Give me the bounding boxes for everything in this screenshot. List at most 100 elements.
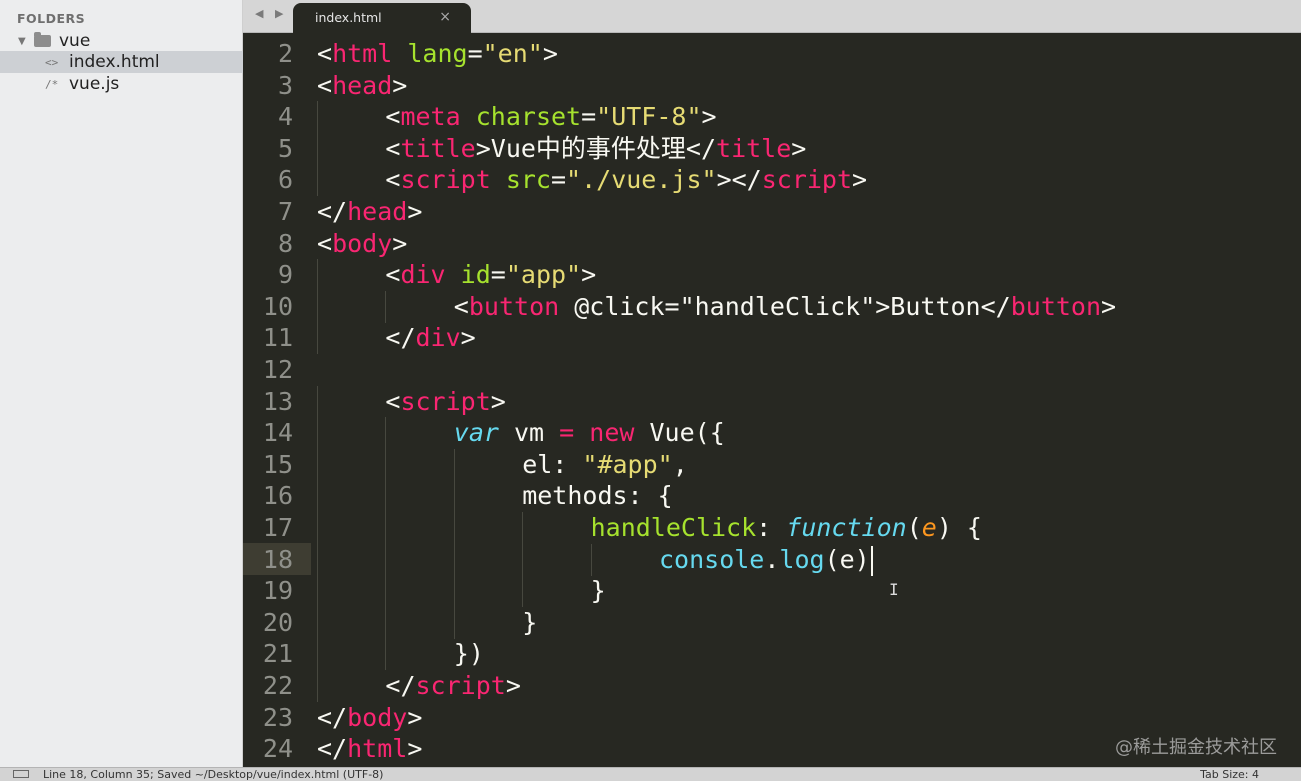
file-label: index.html <box>69 52 160 72</box>
code-text: methods: { <box>522 480 673 512</box>
code-line[interactable]: 2 <html lang="en"> <box>243 38 1301 70</box>
code-token: title <box>400 133 476 163</box>
code-line[interactable]: 18 console.log(e) <box>243 543 1301 576</box>
indent-guide <box>385 290 387 323</box>
tab-size-indicator[interactable]: Tab Size: 4 <box>1200 768 1259 781</box>
code-line[interactable]: 7 </head> <box>243 196 1301 228</box>
code-text: console.log(e) <box>659 544 873 576</box>
code-token: > <box>392 228 408 258</box>
code-token: } <box>522 607 538 637</box>
indent-guide <box>453 448 455 481</box>
code-line[interactable]: 4 <meta charset="UTF-8"> <box>243 101 1301 134</box>
code-line[interactable]: 15 el: "#app", <box>243 448 1301 481</box>
tab-index-html[interactable]: index.html × <box>293 3 471 33</box>
line-number: 13 <box>262 386 293 416</box>
line-number: 21 <box>262 639 293 669</box>
indent-guide <box>317 606 318 639</box>
code-token: html <box>332 39 393 68</box>
code-token: } <box>590 576 606 606</box>
code-text: <div id="app"> <box>385 259 596 291</box>
code-line[interactable]: 23 </body> <box>243 702 1301 734</box>
code-line[interactable]: 10 <button @click="handleClick">Button</b… <box>243 290 1301 323</box>
code-line[interactable]: 21}) <box>243 638 1301 671</box>
code-token: }) <box>453 639 484 669</box>
code-editor[interactable]: I @稀土掘金技术社区 2 <html lang="en"> 3 <head> 4 <me… <box>243 33 1301 767</box>
code-token: = <box>490 260 506 290</box>
code-line[interactable]: 6 <script src="./vue.js"></script> <box>243 164 1301 197</box>
code-token: = <box>581 102 597 132</box>
code-text: </head> <box>317 196 422 228</box>
code-text: } <box>522 607 537 639</box>
code-line[interactable]: 20} <box>243 606 1301 639</box>
line-number: 8 <box>277 228 293 258</box>
code-token: < <box>453 291 469 321</box>
line-number: 4 <box>277 102 293 132</box>
indent-guide <box>590 543 592 576</box>
code-token: < <box>317 70 333 100</box>
code-token: id <box>460 260 491 290</box>
code-token: div <box>415 323 461 353</box>
code-line[interactable]: 22 </script> <box>243 670 1301 702</box>
sidebar-folder-vue[interactable]: ▼ vue <box>0 30 243 52</box>
code-line[interactable]: 14 var vm = new Vue({ <box>243 417 1301 450</box>
indent-guide <box>317 385 318 418</box>
indent-guide <box>317 101 318 134</box>
code-token: < <box>385 386 401 416</box>
code-text: <body> <box>317 228 407 260</box>
code-line[interactable]: 19} <box>243 575 1301 608</box>
code-token: script <box>400 386 491 416</box>
tab-nav-arrows-icon[interactable]: ◀ ▶ <box>255 7 287 20</box>
tab-bar: ◀ ▶ index.html × <box>243 0 1301 33</box>
code-line[interactable]: 8 <body> <box>243 228 1301 260</box>
code-token: </ <box>385 323 416 353</box>
indent-guide <box>453 480 455 513</box>
code-token: : <box>756 513 787 542</box>
code-token: > <box>460 323 476 353</box>
code-token: script <box>761 165 853 195</box>
indent-guide <box>385 448 387 481</box>
code-line[interactable]: 5 <title>Vue中的事件处理</title> <box>243 132 1301 165</box>
code-line[interactable]: 9 <div id="app"> <box>243 259 1301 292</box>
status-text: Line 18, Column 35; Saved ~/Desktop/vue/… <box>43 768 384 781</box>
indent-guide <box>317 575 318 608</box>
code-token: > <box>581 260 597 290</box>
close-icon[interactable]: × <box>439 9 451 25</box>
sidebar-file-index-html[interactable]: <> index.html <box>0 51 243 73</box>
indent-guide <box>453 543 455 576</box>
code-line[interactable]: 24 </html> <box>243 733 1301 765</box>
code-text: </div> <box>385 322 475 354</box>
code-line[interactable]: 11 </div> <box>243 322 1301 355</box>
code-token: > <box>701 102 717 132</box>
indent-guide <box>317 322 318 355</box>
panel-toggle-icon[interactable] <box>13 770 29 778</box>
folder-label: vue <box>59 31 91 51</box>
indent-guide <box>522 512 524 544</box>
code-token: @click="handleClick">Button</ <box>559 291 1011 321</box>
code-text: } <box>591 575 606 607</box>
code-token: </ <box>317 702 348 732</box>
js-file-icon: /* <box>45 77 59 91</box>
code-line[interactable]: 12 <box>243 354 1301 386</box>
code-token: > <box>505 671 521 700</box>
code-token: ></ <box>716 165 762 195</box>
code-line[interactable]: 17 handleClick: function(e) { <box>243 512 1301 544</box>
code-token: script <box>400 165 491 195</box>
code-text: </body> <box>317 702 422 734</box>
line-number: 19 <box>262 576 293 606</box>
code-token: body <box>332 228 393 258</box>
code-token: = <box>467 39 483 68</box>
code-line[interactable]: 3 <head> <box>243 70 1301 102</box>
code-line[interactable]: 13 <script> <box>243 385 1301 418</box>
indent-guide <box>317 670 318 702</box>
code-line[interactable]: 16 methods: { <box>243 480 1301 513</box>
disclosure-triangle-icon[interactable]: ▼ <box>18 36 26 47</box>
code-token: src <box>505 165 551 195</box>
code-token: html <box>347 734 408 764</box>
code-token: vm <box>498 418 560 448</box>
indent-guide <box>453 575 455 608</box>
indent-guide <box>385 480 387 513</box>
sidebar-file-vue-js[interactable]: /* vue.js <box>0 73 243 95</box>
